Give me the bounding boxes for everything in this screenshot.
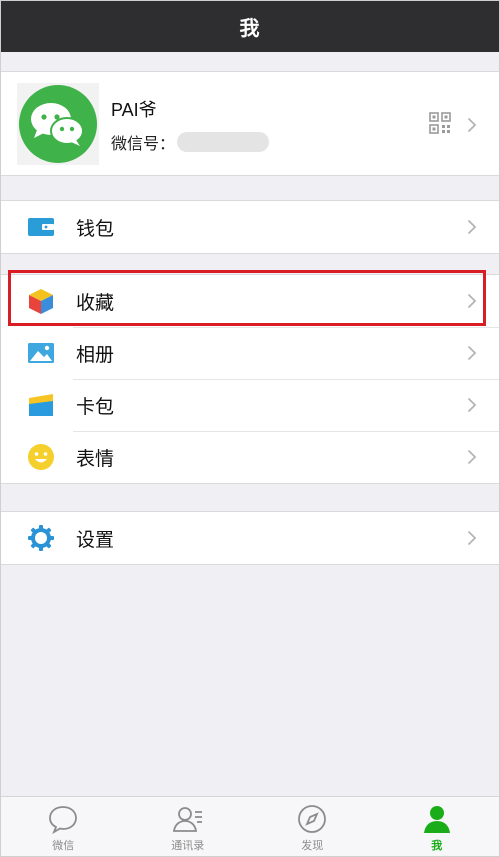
- tab-contacts[interactable]: 通讯录: [126, 797, 251, 856]
- menu-label-album: 相册: [76, 344, 115, 366]
- chevron-right-icon: [467, 219, 477, 235]
- avatar[interactable]: [19, 85, 97, 163]
- menu-label-settings: 设置: [76, 529, 115, 551]
- compass-icon: [298, 805, 327, 833]
- bottom-tab-bar: 微信 通讯录 发现 我: [1, 796, 499, 856]
- chevron-right-icon: [467, 449, 477, 465]
- tab-label-chats: 微信: [52, 840, 75, 852]
- tab-label-discover: 发现: [301, 840, 324, 852]
- chevron-right-icon: [467, 530, 477, 546]
- wechat-id-redacted: [177, 132, 270, 152]
- menu-item-favorites[interactable]: 收藏: [1, 275, 499, 327]
- wechat-id-label: 微信号：: [111, 136, 176, 153]
- menu-item-cards[interactable]: 卡包: [1, 379, 499, 431]
- collections-section: 收藏 相册 卡包 表情: [1, 274, 499, 484]
- wechat-id-row: 微信号：: [111, 130, 270, 154]
- menu-item-album[interactable]: 相册: [1, 327, 499, 379]
- menu-label-wallet: 钱包: [76, 218, 115, 240]
- header-title: 我: [1, 1, 499, 52]
- profile-card[interactable]: PAI爷 微信号：: [1, 71, 499, 176]
- menu-item-settings[interactable]: 设置: [1, 512, 499, 564]
- chat-bubble-icon: [49, 806, 78, 835]
- wallet-section: 钱包: [1, 200, 499, 254]
- chevron-right-icon: [467, 117, 477, 133]
- menu-label-stickers: 表情: [76, 448, 115, 470]
- tab-me[interactable]: 我: [375, 797, 500, 856]
- qr-code-icon[interactable]: [429, 112, 451, 134]
- profile-name: PAI爷: [111, 100, 157, 120]
- tab-label-me: 我: [431, 840, 443, 852]
- chevron-right-icon: [467, 293, 477, 309]
- menu-label-cards: 卡包: [76, 396, 115, 418]
- tab-label-contacts: 通讯录: [171, 840, 205, 852]
- menu-item-wallet[interactable]: 钱包: [1, 201, 499, 253]
- wallet-icon: [27, 213, 55, 241]
- person-icon: [423, 806, 450, 833]
- tab-chats[interactable]: 微信: [1, 797, 126, 856]
- menu-item-stickers[interactable]: 表情: [1, 431, 499, 483]
- album-picture-icon: [27, 339, 55, 367]
- favorites-cube-icon: [27, 287, 55, 315]
- settings-gear-icon: [27, 524, 55, 552]
- smiley-face-icon: [27, 443, 55, 471]
- wechat-logo-icon: [31, 103, 84, 146]
- tab-discover[interactable]: 发现: [250, 797, 375, 856]
- contacts-icon: [172, 807, 202, 832]
- settings-section: 设置: [1, 511, 499, 565]
- menu-label-favorites: 收藏: [76, 292, 115, 314]
- chevron-right-icon: [467, 397, 477, 413]
- card-wallet-icon: [27, 391, 55, 419]
- chevron-right-icon: [467, 345, 477, 361]
